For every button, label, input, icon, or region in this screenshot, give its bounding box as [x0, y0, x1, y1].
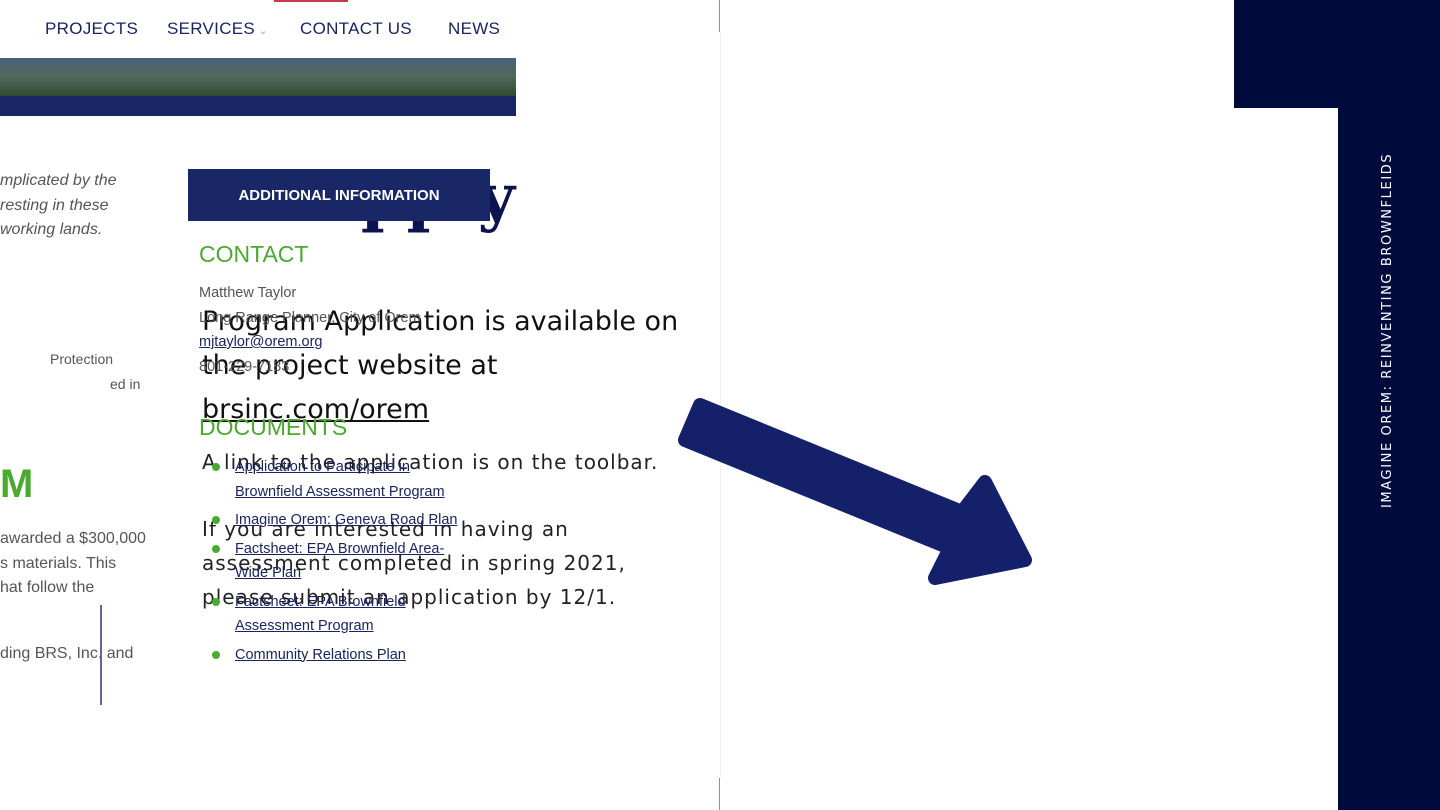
arrow-icon [678, 398, 1032, 585]
arrow-shape [678, 398, 1032, 585]
